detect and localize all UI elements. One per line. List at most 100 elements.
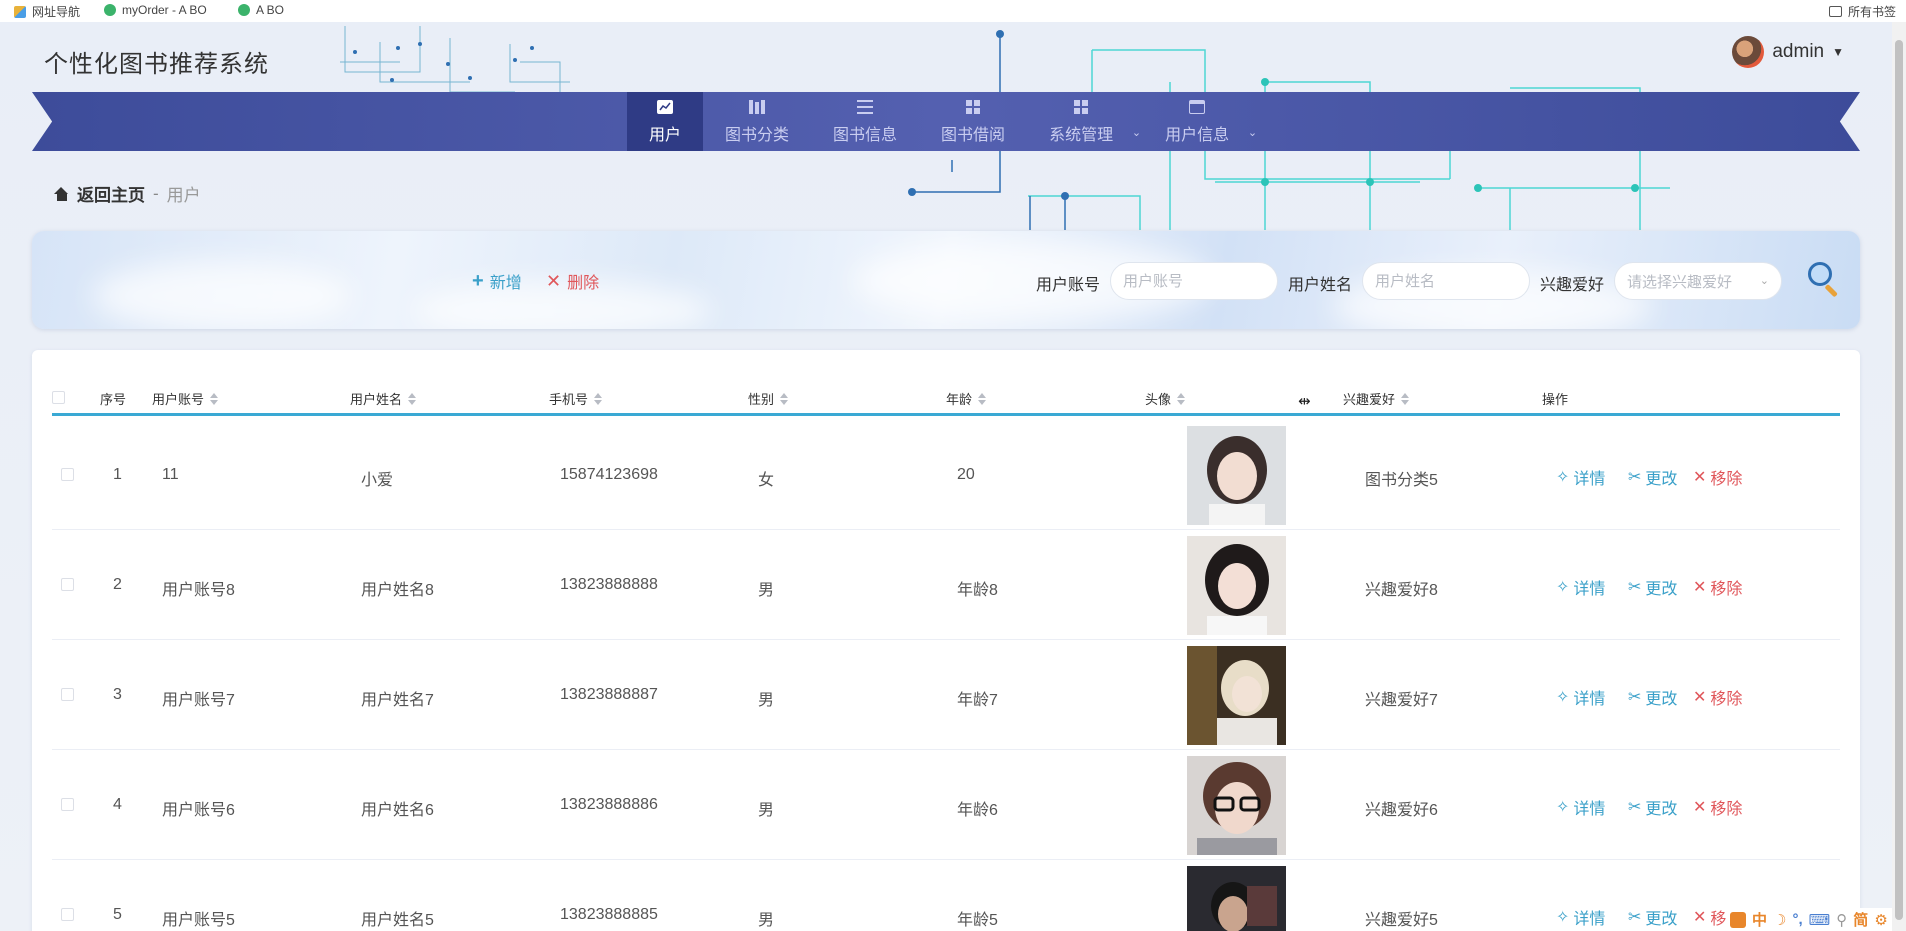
list-icon	[857, 99, 874, 115]
cell-index: 1	[113, 466, 122, 483]
col-hobby[interactable]: 兴趣爱好	[1343, 389, 1410, 408]
detail-button[interactable]: ✧ 详情	[1556, 905, 1605, 929]
cell-account: 用户账号6	[162, 802, 235, 819]
cell-age: 年龄6	[957, 802, 998, 819]
grid-icon	[965, 99, 981, 115]
ime-lang: 中	[1752, 912, 1768, 929]
close-icon: ✕	[1693, 799, 1707, 816]
col-gender[interactable]: 性别	[748, 389, 789, 408]
magic-wand-icon: ✧	[1556, 909, 1570, 926]
cell-gender: 男	[758, 802, 775, 819]
col-avatar[interactable]: 头像	[1145, 389, 1186, 408]
moon-icon: ☽	[1773, 911, 1787, 929]
home-icon	[54, 186, 69, 201]
all-bookmarks[interactable]: 所有书签	[1828, 3, 1896, 20]
cell-name: 用户姓名7	[361, 692, 434, 709]
nav-item-system[interactable]: 系统管理 ⌄	[1027, 92, 1143, 151]
nav-label: 图书借阅	[941, 126, 1006, 144]
remove-button[interactable]: ✕移除	[1693, 575, 1742, 599]
bookmark-label: A BO	[256, 3, 285, 17]
table-header: 序号 用户账号 用户姓名 手机号 性别 年龄 头像 ⇹ 兴趣爱好 操作	[52, 380, 1840, 416]
remove-button[interactable]: ✕移除	[1693, 685, 1742, 709]
user-icon: ⚲	[1836, 911, 1848, 929]
account-search-input[interactable]	[1110, 262, 1278, 300]
cell-age: 年龄7	[957, 692, 998, 709]
grid-icon	[14, 5, 26, 18]
edit-button[interactable]: ✂ 更改	[1628, 575, 1677, 599]
delete-button[interactable]: ✕ 删除	[546, 269, 599, 293]
detail-button[interactable]: ✧ 详情	[1556, 685, 1605, 709]
nav-item-user-info[interactable]: 用户信息 ⌄	[1143, 92, 1259, 151]
detail-button[interactable]: ✧ 详情	[1556, 575, 1605, 599]
user-photo	[1187, 866, 1286, 931]
cell-name: 用户姓名6	[361, 802, 434, 819]
cell-index: 2	[113, 576, 122, 593]
sort-icon	[594, 392, 603, 405]
edit-button[interactable]: ✂ 更改	[1628, 685, 1677, 709]
detail-button[interactable]: ✧ 详情	[1556, 795, 1605, 819]
edit-button[interactable]: ✂ 更改	[1628, 795, 1677, 819]
cell-index: 4	[113, 796, 122, 813]
name-search-input[interactable]	[1362, 262, 1530, 300]
chart-icon	[657, 99, 673, 115]
user-menu[interactable]: admin ▼	[1732, 36, 1844, 68]
bookmark-label: 网址导航	[32, 5, 81, 19]
delete-button-label: 删除	[567, 275, 600, 292]
cell-name: 用户姓名8	[361, 582, 434, 599]
search-button[interactable]	[1804, 260, 1844, 300]
breadcrumb-separator: -	[153, 183, 159, 203]
cell-phone: 13823888887	[560, 686, 658, 703]
cell-age: 年龄8	[957, 582, 998, 599]
col-age[interactable]: 年龄	[946, 389, 987, 408]
cell-gender: 男	[758, 692, 775, 709]
bookmark-item[interactable]: A BO	[238, 3, 284, 17]
row-checkbox[interactable]	[61, 468, 74, 481]
folder-icon	[1828, 6, 1842, 17]
breadcrumb: 返回主页 - 用户	[54, 181, 201, 206]
detail-button[interactable]: ✧ 详情	[1556, 465, 1605, 489]
col-phone[interactable]: 手机号	[549, 389, 603, 408]
select-all-checkbox[interactable]	[52, 391, 65, 404]
row-checkbox[interactable]	[61, 798, 74, 811]
remove-button[interactable]: ✕移除	[1693, 795, 1742, 819]
add-button[interactable]: + 新增	[472, 269, 522, 293]
bookmark-label: myOrder - A BO	[122, 3, 207, 17]
cell-hobby: 图书分类5	[1365, 472, 1438, 489]
nav-item-users[interactable]: 用户	[627, 92, 704, 151]
search-panel: + 新增 ✕ 删除 用户账号 用户姓名 兴趣爱好 请选择兴趣爱好 ⌄	[32, 231, 1860, 329]
cell-name: 用户姓名5	[361, 912, 434, 929]
search-icon	[1808, 262, 1832, 286]
row-checkbox[interactable]	[61, 578, 74, 591]
table-row: 1 11 小爱 15874123698 女 20 图书分类5 ✧ 详情 ✂ 更改 ✕…	[52, 420, 1840, 530]
column-resize-cursor-icon: ⇹	[1298, 393, 1311, 410]
breadcrumb-current: 用户	[166, 186, 201, 205]
nav-item-book-info[interactable]: 图书信息	[811, 92, 919, 151]
cell-age: 20	[957, 466, 975, 483]
close-icon: ✕	[1693, 689, 1707, 706]
scrollbar-thumb[interactable]	[1895, 40, 1903, 920]
vertical-scrollbar[interactable]	[1892, 22, 1906, 931]
nav-item-book-category[interactable]: 图书分类	[703, 92, 811, 151]
cell-hobby: 兴趣爱好8	[1365, 582, 1438, 599]
nav-item-book-borrow[interactable]: 图书借阅	[919, 92, 1027, 151]
ime-toolbar[interactable]: 中 ☽ °, ⌨ ⚲ 简 ⚙	[1726, 908, 1892, 931]
col-index: 序号	[100, 392, 127, 407]
edit-button[interactable]: ✂ 更改	[1628, 465, 1677, 489]
table-row: 2 用户账号8 用户姓名8 13823888888 男 年龄8 兴趣爱好8 ✧ 详…	[52, 530, 1840, 640]
nav-label: 系统管理	[1049, 126, 1114, 144]
cell-hobby: 兴趣爱好6	[1365, 802, 1438, 819]
row-checkbox[interactable]	[61, 908, 74, 921]
site-title: 个性化图书推荐系统	[44, 51, 269, 78]
col-name[interactable]: 用户姓名	[350, 389, 417, 408]
breadcrumb-home-link[interactable]: 返回主页	[77, 181, 145, 206]
bookmark-item[interactable]: 网址导航	[14, 3, 80, 20]
chevron-down-icon: ⌄	[1247, 127, 1258, 139]
col-account[interactable]: 用户账号	[152, 389, 219, 408]
edit-button[interactable]: ✂ 更改	[1628, 905, 1677, 929]
remove-button[interactable]: ✕移除	[1693, 465, 1742, 489]
bookmark-item[interactable]: myOrder - A BO	[104, 3, 207, 17]
user-table: 序号 用户账号 用户姓名 手机号 性别 年龄 头像 ⇹ 兴趣爱好 操作 1 11…	[32, 350, 1860, 931]
row-checkbox[interactable]	[61, 688, 74, 701]
hobby-select[interactable]: 请选择兴趣爱好 ⌄	[1614, 262, 1782, 300]
user-name: admin	[1772, 41, 1825, 62]
